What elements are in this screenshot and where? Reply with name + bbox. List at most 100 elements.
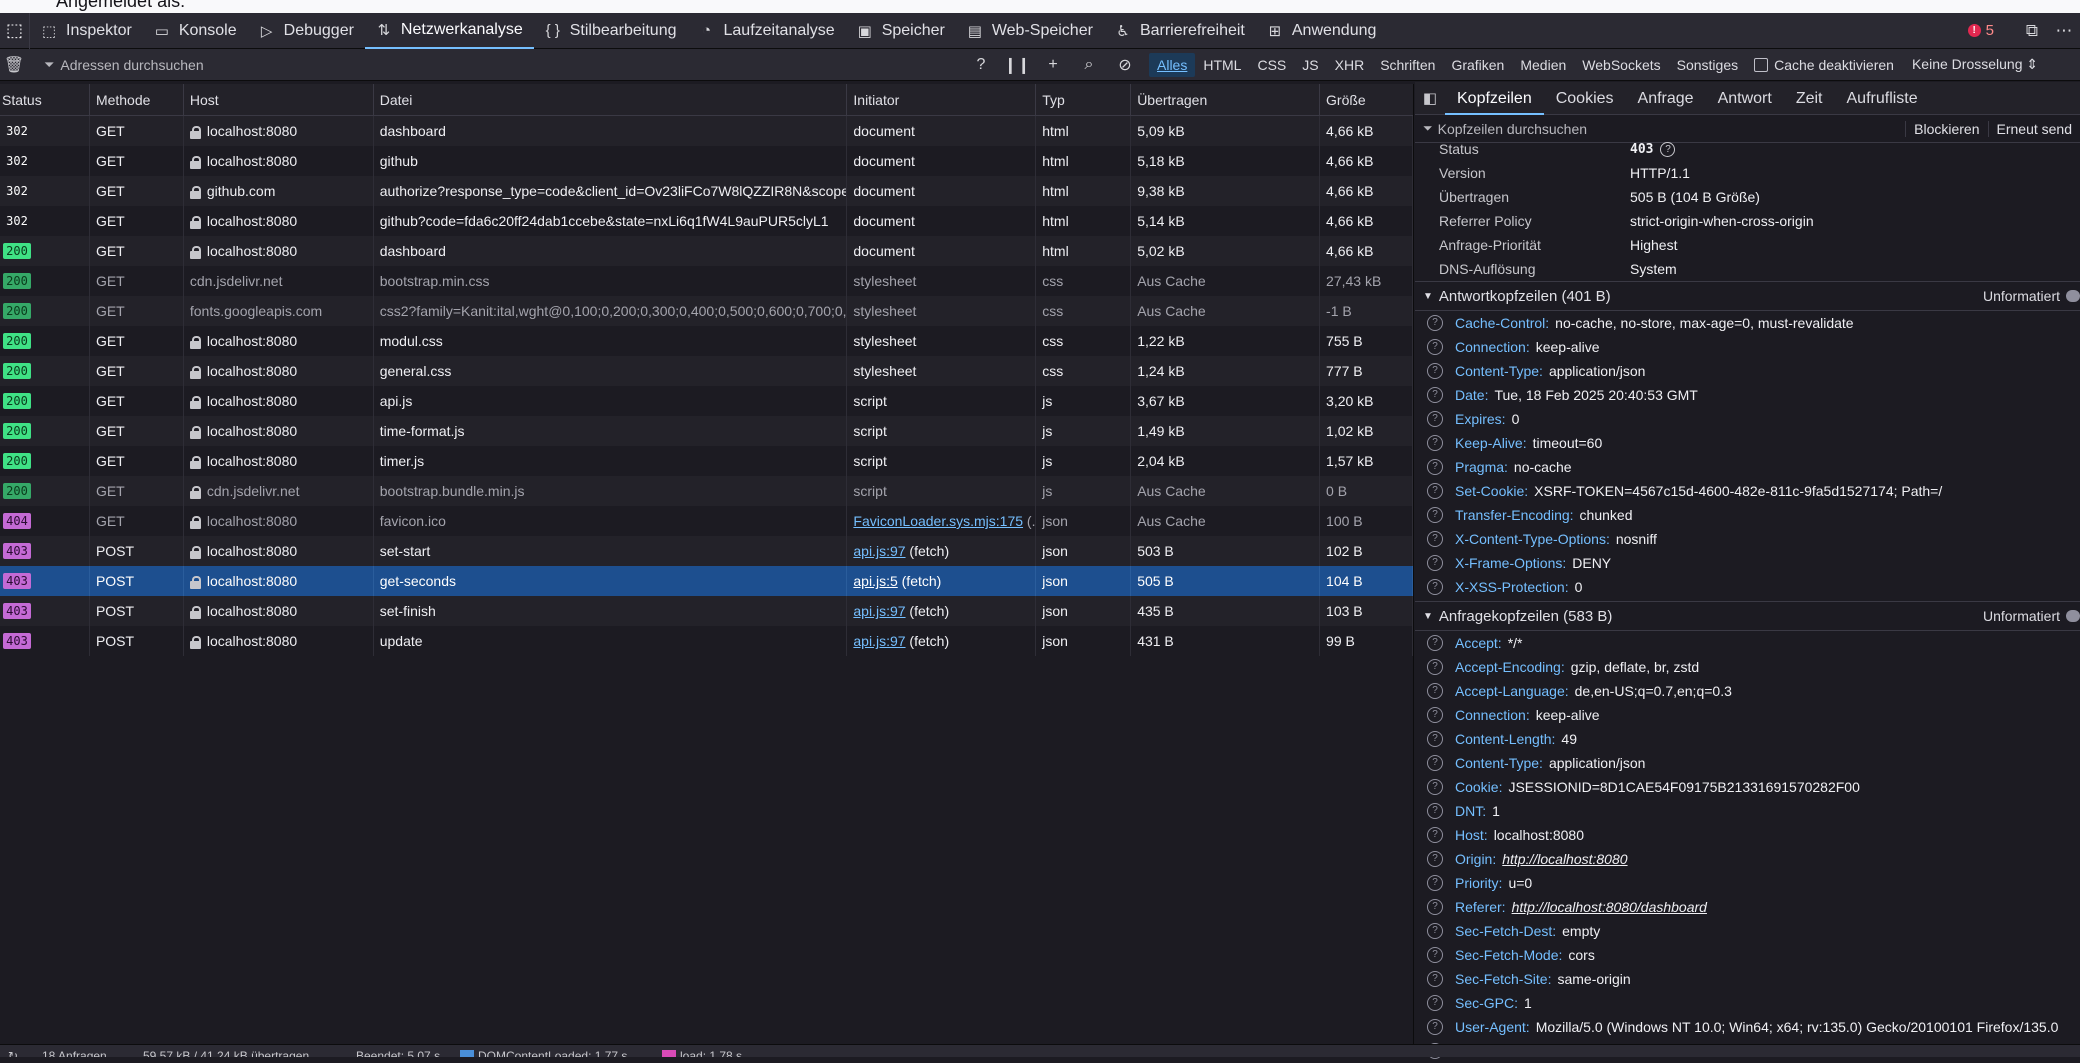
- reload-icon[interactable]: ↻: [8, 1049, 18, 1057]
- initiator-link[interactable]: api.js:5: [853, 573, 897, 589]
- table-row[interactable]: 200GETcdn.jsdelivr.netbootstrap.min.csss…: [0, 266, 1413, 296]
- element-picker-icon[interactable]: ⬚: [0, 13, 30, 49]
- help-icon[interactable]: ?: [1427, 555, 1443, 571]
- column-header[interactable]: Host: [184, 84, 374, 115]
- type-filter-schriften[interactable]: Schriften: [1372, 53, 1443, 77]
- column-header[interactable]: Initiator: [847, 84, 1036, 115]
- help-icon[interactable]: ?: [1427, 803, 1443, 819]
- table-row[interactable]: 200GETlocalhost:8080api.jsscriptjs3,67 k…: [0, 386, 1413, 416]
- tab-debugger[interactable]: ▷Debugger: [248, 13, 365, 49]
- add-icon[interactable]: +: [1035, 56, 1071, 74]
- column-header[interactable]: Übertragen: [1131, 84, 1320, 115]
- help-icon[interactable]: ?: [1427, 947, 1443, 963]
- column-header[interactable]: Typ: [1036, 84, 1131, 115]
- tab-anwendung[interactable]: ⊞Anwendung: [1256, 13, 1388, 49]
- responsive-design-icon[interactable]: ⧉: [2016, 21, 2048, 41]
- details-tab-antwort[interactable]: Antwort: [1706, 82, 1784, 115]
- details-tab-anfrage[interactable]: Anfrage: [1626, 82, 1706, 115]
- table-row[interactable]: 404GETlocalhost:8080favicon.icoFaviconLo…: [0, 506, 1413, 536]
- help-icon[interactable]: ?: [1427, 483, 1443, 499]
- type-filter-css[interactable]: CSS: [1249, 53, 1294, 77]
- help-icon[interactable]: ?: [1427, 459, 1443, 475]
- disable-cache-checkbox[interactable]: Cache deaktivieren: [1754, 57, 1894, 73]
- url-filter-input[interactable]: ⏷Adressen durchsuchen: [28, 57, 963, 73]
- column-header[interactable]: Status: [0, 84, 90, 115]
- help-icon[interactable]: ?: [1427, 635, 1443, 651]
- block-icon[interactable]: ⊘: [1107, 55, 1143, 75]
- table-row[interactable]: 200GETlocalhost:8080modul.cssstylesheetc…: [0, 326, 1413, 356]
- help-icon[interactable]: ?: [1427, 923, 1443, 939]
- block-button[interactable]: Blockieren: [1905, 121, 1987, 137]
- help-icon[interactable]: ?: [1427, 659, 1443, 675]
- header-value[interactable]: http://localhost:8080/dashboard: [1512, 899, 1707, 915]
- header-value[interactable]: http://localhost:8080: [1502, 851, 1627, 867]
- tab-netzwerkanalyse[interactable]: ⇅Netzwerkanalyse: [365, 13, 534, 49]
- initiator-link[interactable]: api.js:97: [853, 603, 905, 619]
- details-tab-kopfzeilen[interactable]: Kopfzeilen: [1445, 82, 1544, 115]
- help-icon[interactable]: ?: [1427, 435, 1443, 451]
- tab-stilbearbeitung[interactable]: { }Stilbearbeitung: [534, 13, 688, 49]
- table-row[interactable]: 200GETlocalhost:8080general.cssstyleshee…: [0, 356, 1413, 386]
- request-headers-section[interactable]: ▼ Anfragekopfzeilen (583 B) Unformatiert: [1415, 601, 2080, 631]
- tab-konsole[interactable]: ▭Konsole: [143, 13, 248, 49]
- type-filter-websockets[interactable]: WebSockets: [1574, 53, 1668, 77]
- details-tab-aufrufliste[interactable]: Aufrufliste: [1835, 82, 1930, 115]
- help-icon[interactable]: ?: [1427, 339, 1443, 355]
- help-icon[interactable]: ?: [1427, 875, 1443, 891]
- help-icon[interactable]: ?: [1427, 971, 1443, 987]
- help-icon[interactable]: ?: [1427, 731, 1443, 747]
- table-row[interactable]: 302GETlocalhost:8080githubdocumenthtml5,…: [0, 146, 1413, 176]
- help-icon[interactable]: ?: [1427, 411, 1443, 427]
- table-row[interactable]: 200GETcdn.jsdelivr.netbootstrap.bundle.m…: [0, 476, 1413, 506]
- help-icon[interactable]: ?: [1427, 579, 1443, 595]
- help-icon[interactable]: ?: [1427, 507, 1443, 523]
- help-icon[interactable]: ?: [1427, 315, 1443, 331]
- help-icon[interactable]: ?: [1427, 851, 1443, 867]
- help-icon[interactable]: ?: [1427, 755, 1443, 771]
- table-row[interactable]: 403POSTlocalhost:8080set-startapi.js:97 …: [0, 536, 1413, 566]
- details-tab-zeit[interactable]: Zeit: [1784, 82, 1835, 115]
- type-filter-grafiken[interactable]: Grafiken: [1443, 53, 1512, 77]
- table-row[interactable]: 200GETfonts.googleapis.comcss2?family=Ka…: [0, 296, 1413, 326]
- initiator-link[interactable]: FaviconLoader.sys.mjs:175: [853, 513, 1023, 529]
- table-row[interactable]: 403POSTlocalhost:8080get-secondsapi.js:5…: [0, 566, 1413, 596]
- type-filter-js[interactable]: JS: [1294, 53, 1326, 77]
- help-icon[interactable]: ?: [1427, 363, 1443, 379]
- headers-filter-input[interactable]: Kopfzeilen durchsuchen: [1438, 121, 1587, 137]
- help-icon[interactable]: ?: [1427, 683, 1443, 699]
- type-filter-medien[interactable]: Medien: [1512, 53, 1574, 77]
- throttle-select[interactable]: Keine Drosselung ⇕: [1912, 56, 2038, 73]
- column-header[interactable]: Methode: [90, 84, 184, 115]
- table-row[interactable]: 302GETlocalhost:8080github?code=fda6c20f…: [0, 206, 1413, 236]
- type-filter-xhr[interactable]: XHR: [1327, 53, 1373, 77]
- help-icon[interactable]: ?: [1427, 827, 1443, 843]
- response-headers-section[interactable]: ▼ Antwortkopfzeilen (401 B) Unformatiert: [1415, 281, 2080, 311]
- column-header[interactable]: Datei: [374, 84, 848, 115]
- error-indicator[interactable]: !5: [1968, 22, 1994, 39]
- more-options-icon[interactable]: ⋯: [2048, 21, 2080, 41]
- help-icon[interactable]: ?: [1427, 995, 1443, 1011]
- tab-speicher[interactable]: ▣Speicher: [846, 13, 956, 49]
- help-icon[interactable]: ?: [1660, 142, 1675, 157]
- raw-toggle[interactable]: Unformatiert: [1983, 608, 2080, 624]
- type-filter-alles[interactable]: Alles: [1149, 53, 1195, 77]
- resend-button[interactable]: Erneut send: [1988, 121, 2080, 137]
- help-icon[interactable]: ?: [963, 56, 999, 74]
- help-icon[interactable]: ?: [1427, 779, 1443, 795]
- help-icon[interactable]: ?: [1427, 899, 1443, 915]
- tab-inspektor[interactable]: ⬚Inspektor: [30, 13, 143, 49]
- help-icon[interactable]: ?: [1427, 1019, 1443, 1035]
- type-filter-sonstiges[interactable]: Sonstiges: [1669, 53, 1746, 77]
- table-row[interactable]: 302GETlocalhost:8080dashboarddocumenthtm…: [0, 116, 1413, 146]
- sidebar-toggle-icon[interactable]: ◧: [1415, 89, 1445, 107]
- details-tab-cookies[interactable]: Cookies: [1544, 82, 1626, 115]
- table-row[interactable]: 403POSTlocalhost:8080updateapi.js:97 (fe…: [0, 626, 1413, 656]
- search-icon[interactable]: ⌕: [1071, 56, 1107, 74]
- clear-trash-icon[interactable]: 🗑: [0, 55, 28, 75]
- table-row[interactable]: 200GETlocalhost:8080dashboarddocumenthtm…: [0, 236, 1413, 266]
- help-icon[interactable]: ?: [1427, 531, 1443, 547]
- type-filter-html[interactable]: HTML: [1195, 53, 1249, 77]
- tab-web-speicher[interactable]: ▤Web-Speicher: [956, 13, 1104, 49]
- table-row[interactable]: 302GETgithub.comauthorize?response_type=…: [0, 176, 1413, 206]
- column-header[interactable]: Größe: [1320, 84, 1413, 115]
